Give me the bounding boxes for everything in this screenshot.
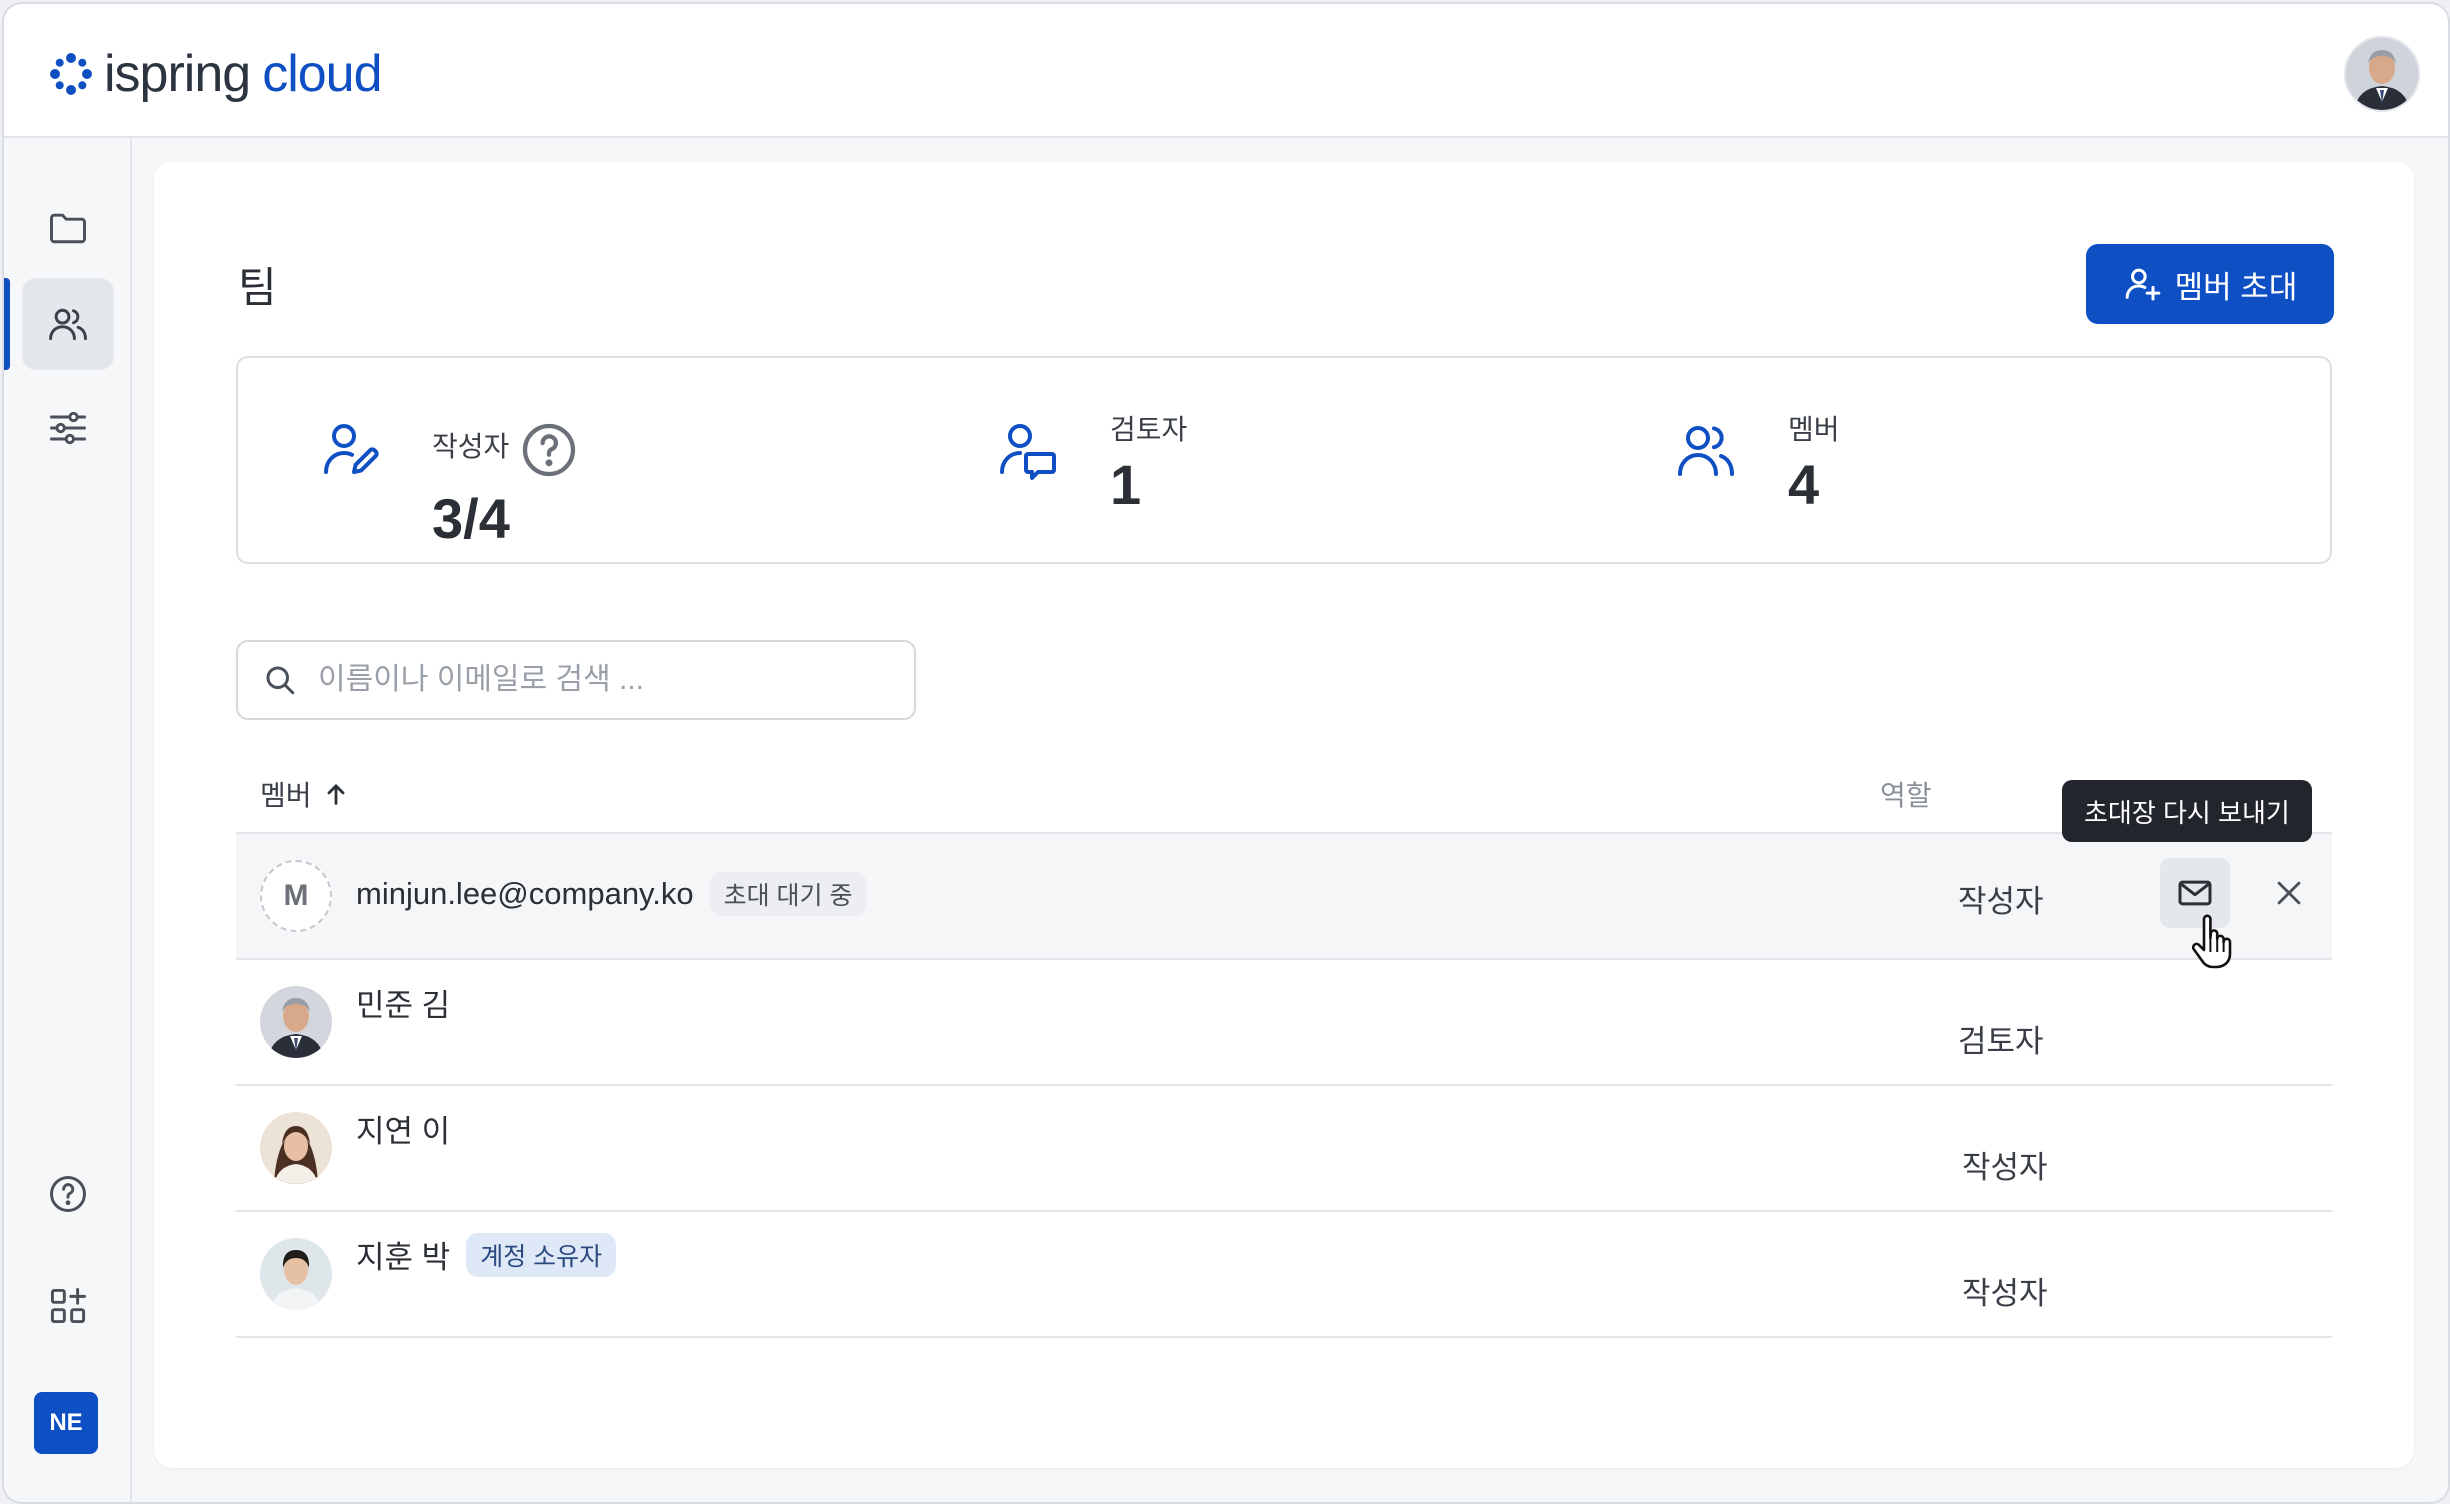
- sort-arrow-up-icon: [327, 784, 344, 805]
- stat-reviewers-value: 1: [1110, 453, 1142, 516]
- column-header-member[interactable]: 멤버: [260, 774, 350, 814]
- user-avatar[interactable]: [2344, 36, 2420, 112]
- stat-authors-value: 3/4: [432, 487, 510, 550]
- avatar-photo-icon: [260, 986, 332, 1058]
- members-icon: [1678, 426, 1734, 476]
- stat-members-value: 4: [1788, 453, 1820, 516]
- resend-invite-tooltip: 초대장 다시 보내기: [2062, 780, 2312, 842]
- account-owner-badge: 계정 소유자: [466, 1232, 617, 1277]
- member-name: 지연 이: [356, 1114, 451, 1149]
- avatar: M: [260, 860, 332, 932]
- avatar: [260, 1238, 332, 1310]
- member-role[interactable]: 작성자: [1958, 876, 2044, 921]
- hand-cursor-icon: [2191, 914, 2232, 969]
- invite-member-label: 멤버 초대: [2174, 269, 2298, 305]
- mail-icon: [2178, 880, 2212, 906]
- avatar-photo-icon: [260, 1238, 332, 1310]
- stat-reviewers-label: 검토자: [1110, 414, 1188, 445]
- page-title: 팀: [238, 264, 277, 311]
- brand-product: cloud: [262, 45, 382, 103]
- stat-members-label: 멤버: [1788, 414, 1840, 445]
- member-role[interactable]: 검토자: [1958, 1016, 2044, 1061]
- sidebar-item-settings[interactable]: [22, 382, 114, 474]
- help-circle-icon: [50, 1176, 86, 1212]
- member-role[interactable]: 작성자: [1962, 1142, 2048, 1187]
- app-window: ispring cloud NE 팀 멤버 초대 작성자 3/4 검토자 1 멤…: [2, 2, 2450, 1504]
- active-nav-indicator: [4, 278, 10, 370]
- stat-members: 멤버 4: [1674, 408, 1840, 517]
- search-icon: [266, 666, 295, 695]
- member-role: 작성자: [1962, 1276, 2048, 1311]
- sidebar-item-help[interactable]: [22, 1148, 114, 1240]
- invite-member-button[interactable]: 멤버 초대: [2086, 244, 2334, 324]
- brand-name: ispring: [104, 45, 251, 103]
- stat-authors-label: 작성자: [432, 431, 510, 462]
- author-edit-icon: [324, 424, 379, 474]
- avatar-photo-icon: [2346, 38, 2418, 110]
- workspace-badge[interactable]: NE: [34, 1392, 98, 1454]
- search-box[interactable]: [236, 640, 916, 720]
- column-header-role[interactable]: 역할: [1880, 774, 1932, 814]
- pending-invite-badge: 초대 대기 중: [709, 872, 867, 916]
- column-header-member-label: 멤버: [260, 780, 312, 811]
- search-input[interactable]: [316, 662, 880, 698]
- member-name: 민준 김: [356, 988, 451, 1023]
- apps-add-icon: [50, 1288, 86, 1324]
- sidebar-item-apps[interactable]: [22, 1260, 114, 1352]
- logo[interactable]: ispring cloud: [48, 44, 383, 104]
- member-name: 지훈 박: [356, 1240, 451, 1275]
- table-row[interactable]: 지연 이 작성자: [236, 1086, 2332, 1212]
- stat-reviewers: 검토자 1: [996, 408, 1187, 517]
- revoke-invite-button[interactable]: [2254, 858, 2324, 928]
- avatar-photo-icon: [260, 1112, 332, 1184]
- users-icon: [49, 308, 87, 341]
- avatar: [260, 1112, 332, 1184]
- avatar: [260, 986, 332, 1058]
- sidebar-item-team[interactable]: [22, 278, 114, 370]
- column-header-role-label: 역할: [1880, 780, 1932, 811]
- table-row[interactable]: 민준 김 검토자: [236, 960, 2332, 1086]
- stats-panel: 작성자 3/4 검토자 1 멤버 4: [236, 356, 2332, 564]
- close-icon: [2277, 881, 2301, 905]
- reviewer-chat-icon: [1000, 424, 1056, 480]
- sidebar: NE: [4, 138, 132, 1502]
- top-bar: ispring cloud: [4, 4, 2448, 138]
- folder-icon: [50, 213, 86, 244]
- sliders-icon: [50, 411, 86, 445]
- ispring-logo-icon: [50, 53, 92, 95]
- stat-authors: 작성자 3/4: [318, 408, 581, 551]
- user-plus-icon: [2125, 268, 2160, 301]
- main-panel: 팀 멤버 초대 작성자 3/4 검토자 1 멤버 4 이름이나 이메일로 검색 …: [154, 162, 2414, 1468]
- sidebar-item-content[interactable]: [22, 182, 114, 274]
- table-row[interactable]: 지훈 박 계정 소유자 작성자: [236, 1212, 2332, 1338]
- table-row[interactable]: M minjun.lee@company.ko 초대 대기 중 작성자: [236, 834, 2332, 960]
- help-icon[interactable]: [517, 418, 581, 482]
- member-name: minjun.lee@company.ko: [356, 876, 694, 911]
